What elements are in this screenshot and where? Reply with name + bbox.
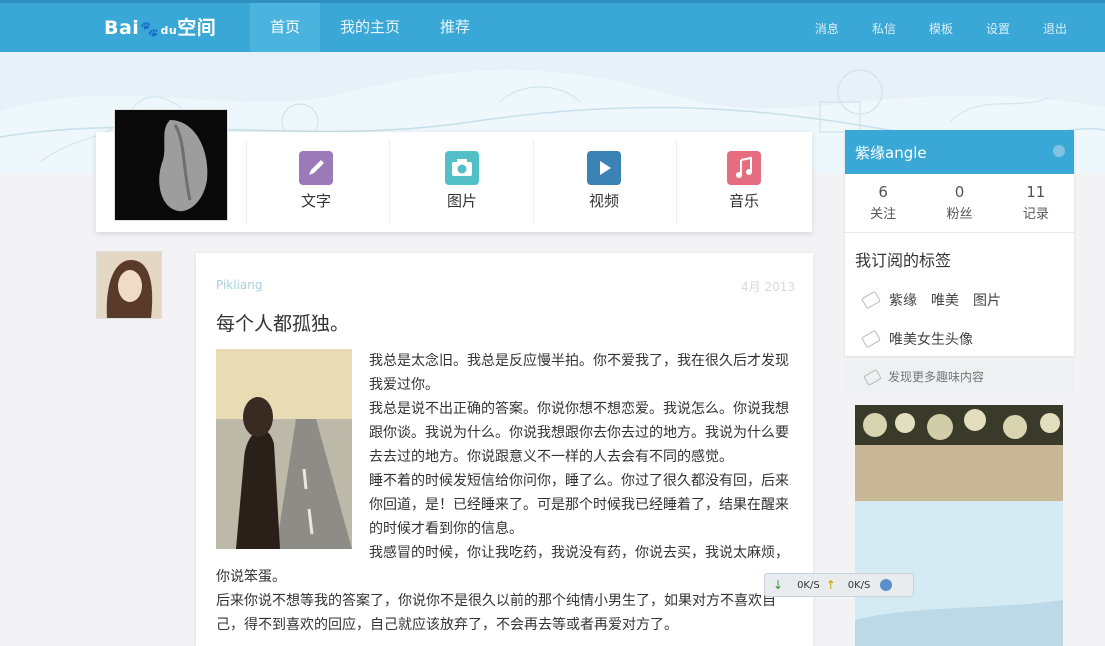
nav-settings[interactable]: 设置 [986, 3, 1010, 52]
stat-count: 0 [954, 183, 965, 201]
post-paragraph: 我总是太念旧。我总是反应慢半拍。你不爱我了，我在很久后才发现我爱过你。 [369, 353, 789, 393]
tag-link[interactable]: 唯美女生头像 [889, 329, 973, 349]
stat-records[interactable]: 11 记录 [998, 174, 1074, 232]
tag-row: 唯美女生头像 [861, 329, 1074, 349]
toolbar-divider [676, 140, 677, 224]
post-type-label: 文字 [300, 192, 331, 210]
download-arrow-icon: ↓ [773, 578, 784, 592]
nav-templates[interactable]: 模板 [929, 3, 953, 52]
upload-arrow-icon: ↑ [825, 578, 836, 592]
download-speed: 0K/S [797, 579, 820, 591]
post-type-label: 视频 [588, 192, 619, 210]
stat-label: 记录 [1022, 207, 1049, 222]
upload-speed: 0K/S [847, 579, 871, 591]
tag-icon [861, 290, 881, 310]
tag-icon [861, 329, 881, 349]
music-note-icon [727, 151, 761, 185]
post-paragraph: 后来你说不想等我的答案了，你说你不是很久以前的那个纯情小男生了，如果对方不喜欢自… [216, 593, 776, 633]
settings-dot-icon[interactable] [1053, 145, 1065, 157]
pencil-icon [299, 151, 333, 185]
nav-messages[interactable]: 消息 [815, 3, 839, 52]
network-speed-widget[interactable]: ↓ 0K/S ↑ 0K/S [764, 573, 914, 597]
logo-text-bai: Bai [104, 17, 140, 39]
camera-icon [445, 151, 479, 185]
stat-label: 粉丝 [946, 207, 973, 222]
play-icon [587, 151, 621, 185]
post-type-text[interactable]: 文字 [271, 151, 361, 211]
user-sidebar: 紫缘angle 6 关注 0 粉丝 11 记录 我订阅的标签 紫缘 唯美 图片 … [845, 130, 1074, 356]
post-time: 4月 2013 [741, 280, 795, 294]
account-nav: 消息 私信 模板 设置 退出 [782, 3, 1067, 52]
logo-text-du: du [160, 24, 178, 37]
post-author[interactable]: Pikliang [216, 278, 263, 292]
toolbar-divider [246, 140, 247, 224]
sidebar-header: 紫缘angle [845, 130, 1074, 174]
stat-following[interactable]: 6 关注 [845, 174, 921, 232]
post-body: 我总是太念旧。我总是反应慢半拍。你不爱我了，我在很久后才发现我爱过你。 我总是说… [369, 349, 794, 565]
logo-text-space: 空间 [177, 17, 217, 39]
post-title: 每个人都孤独。 [216, 313, 350, 335]
main-nav: 首页 我的主页 推荐 [250, 3, 490, 52]
nav-home[interactable]: 首页 [250, 3, 321, 52]
globe-icon [880, 579, 893, 591]
post-paragraph: 你说笨蛋。 [216, 569, 286, 585]
post-type-label: 音乐 [728, 192, 759, 210]
post-paragraph: 我总是说不出正确的答案。你说你想不想恋爱。我说怎么。你说我想跟你谈。我说为什么。… [369, 401, 789, 465]
paw-icon: 🐾 [140, 20, 160, 38]
post-type-label: 图片 [446, 192, 477, 210]
user-avatar-large[interactable] [114, 109, 228, 221]
recommended-photo[interactable] [855, 405, 1063, 646]
subscribed-tags-title: 我订阅的标签 [855, 251, 952, 270]
tag-link[interactable]: 唯美 [931, 290, 959, 310]
stat-count: 6 [878, 183, 888, 201]
stat-label: 关注 [870, 207, 897, 222]
user-stats: 6 关注 0 粉丝 11 记录 [845, 174, 1074, 233]
baidu-space-logo[interactable]: Bai🐾du空间 [104, 13, 216, 40]
stat-followers[interactable]: 0 粉丝 [921, 174, 997, 232]
nav-recommend[interactable]: 推荐 [420, 3, 490, 52]
nav-logout[interactable]: 退出 [1043, 3, 1067, 52]
stat-count: 11 [1026, 183, 1046, 201]
post-author-avatar[interactable] [96, 251, 162, 319]
nav-private-messages[interactable]: 私信 [872, 3, 896, 52]
discover-more-link[interactable]: 发现更多趣味内容 [845, 360, 1074, 392]
nav-my-homepage[interactable]: 我的主页 [320, 3, 420, 52]
post-paragraph: 睡不着的时候发短信给你问你，睡了么。你过了很久都没有回，后来你回道，是！已经睡来… [369, 473, 789, 537]
tag-row: 紫缘 唯美 图片 [861, 290, 1074, 310]
post-type-music[interactable]: 音乐 [699, 151, 789, 211]
tag-link[interactable]: 紫缘 [889, 290, 917, 310]
tag-icon [863, 368, 882, 387]
username[interactable]: 紫缘angle [855, 142, 927, 163]
toolbar-divider [389, 140, 390, 224]
post-body-continued: 你说笨蛋。 后来你说不想等我的答案了，你说你不是很久以前的那个纯情小男生了，如果… [216, 565, 796, 637]
post-type-video[interactable]: 视频 [559, 151, 649, 211]
post-photo[interactable] [216, 349, 352, 549]
avatar-portrait [115, 110, 227, 220]
author-portrait [97, 252, 161, 318]
post-photo-art [216, 349, 352, 549]
post-type-photo[interactable]: 图片 [417, 151, 507, 211]
post-paragraph: 我感冒的时候，你让我吃药，我说没有药，你说去买，我说太麻烦， [369, 545, 789, 561]
toolbar-divider [533, 140, 534, 224]
recommended-photo-art [855, 405, 1063, 646]
discover-text: 发现更多趣味内容 [888, 370, 985, 384]
tag-link[interactable]: 图片 [973, 290, 1001, 310]
top-bar: Bai🐾du空间 首页 我的主页 推荐 消息 私信 模板 设置 退出 [0, 0, 1105, 52]
